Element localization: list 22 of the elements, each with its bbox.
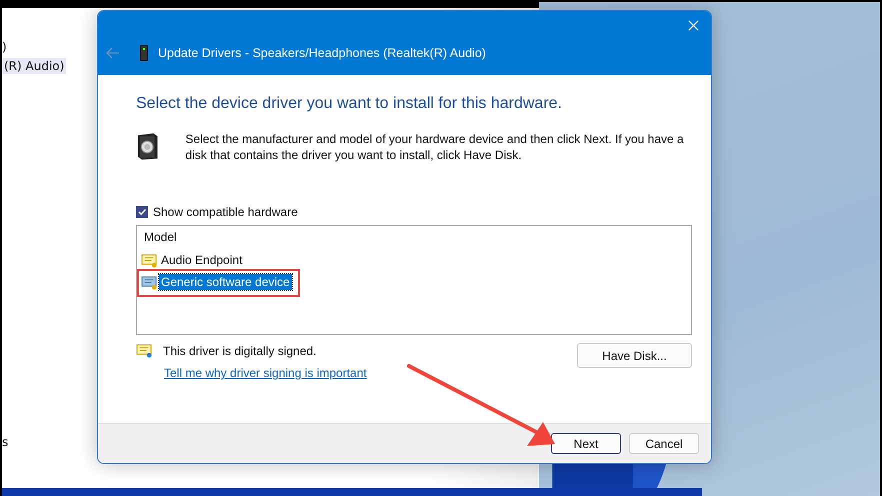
driver-icon <box>141 274 158 290</box>
next-button[interactable]: Next <box>551 433 621 454</box>
heading: Select the device driver you want to install for this hardware. <box>136 95 563 113</box>
certificate-icon <box>136 343 153 358</box>
background-text: s <box>2 435 8 449</box>
driver-icon <box>141 252 158 268</box>
cancel-button[interactable]: Cancel <box>629 433 699 454</box>
description-text: Select the manufacturer and model of your hardware device and then click Next. If you have a disk that contains the driver you want to install, click Have Disk. <box>185 131 685 163</box>
list-item[interactable]: Audio Endpoint <box>159 252 244 268</box>
driver-signing-link[interactable]: Tell me why driver signing is important <box>164 366 367 380</box>
list-item[interactable]: Generic software device <box>159 274 292 290</box>
signed-status-text: This driver is digitally signed. <box>163 344 316 358</box>
checkbox[interactable] <box>136 206 148 218</box>
hardware-device-icon <box>136 131 160 161</box>
close-icon[interactable] <box>688 20 699 31</box>
speaker-icon <box>140 45 148 61</box>
background-text: ) <box>2 40 7 54</box>
have-disk-button[interactable]: Have Disk... <box>577 343 692 368</box>
background-text: (R) Audio) <box>2 58 66 74</box>
column-header: Model <box>144 230 178 244</box>
window-title: Update Drivers - Speakers/Headphones (Realtek(R) Audio) <box>158 46 486 60</box>
show-compatible-checkbox[interactable]: Show compatible hardware <box>136 205 693 219</box>
